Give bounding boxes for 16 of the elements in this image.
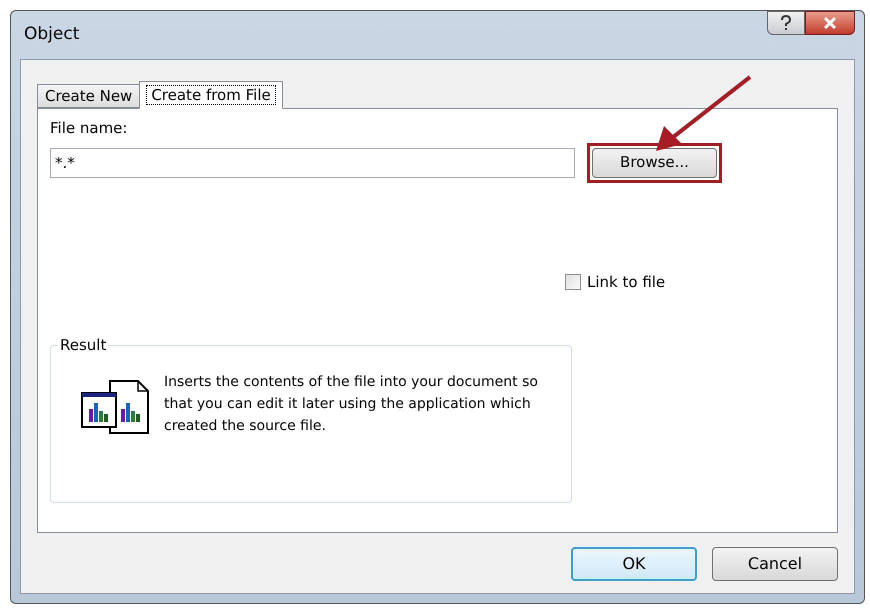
link-checkbox[interactable]: [565, 274, 581, 290]
dialog-button[interactable]: Cancel: [712, 547, 838, 581]
result-description: Inserts the contents of the file into your document so that you can edit it later using the application which created the source file.: [164, 373, 539, 436]
file-name-field[interactable]: *.*: [50, 148, 575, 178]
help-icon: [780, 15, 792, 31]
browse-button[interactable]: Browse...: [592, 148, 717, 178]
embedded-chart-icon: [80, 379, 152, 435]
dialog-button[interactable]: OK: [571, 547, 697, 581]
close-icon: [823, 17, 837, 29]
field-label: File name:: [50, 118, 128, 139]
tab[interactable]: Create New: [37, 84, 140, 108]
help-button[interactable]: [767, 11, 805, 35]
checkbox-label: Link to file: [587, 272, 666, 292]
tab[interactable]: Create from File: [139, 81, 283, 109]
close-button[interactable]: [805, 11, 855, 35]
window-title: Object: [23, 23, 80, 46]
